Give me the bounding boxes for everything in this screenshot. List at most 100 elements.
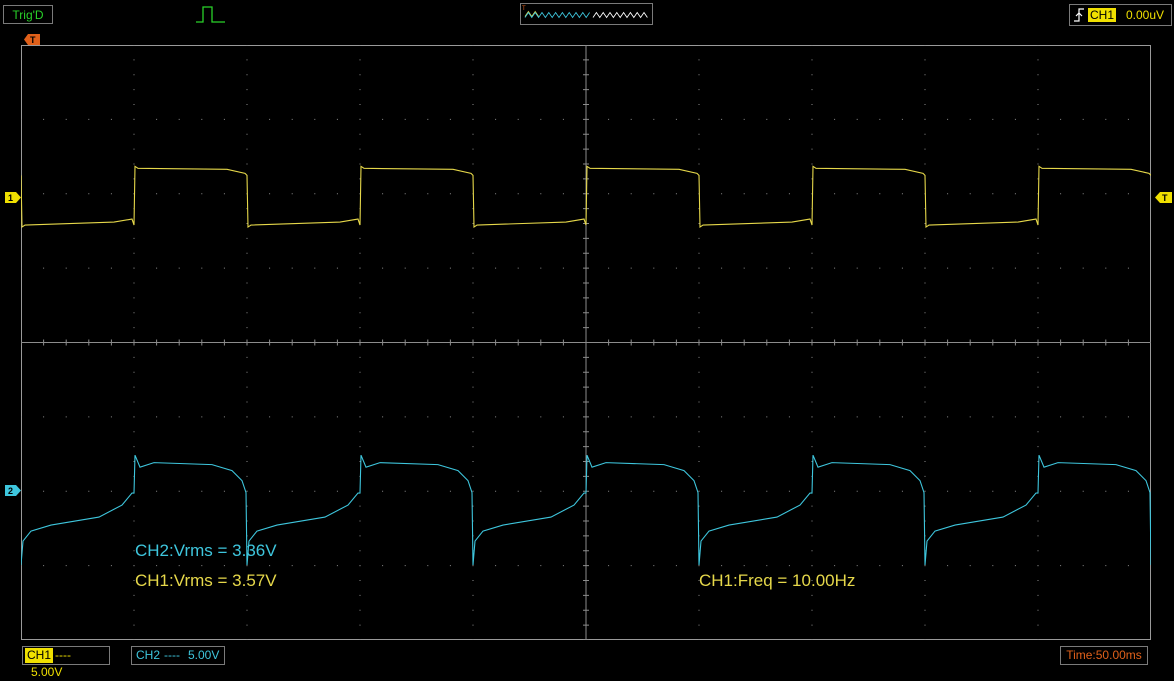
ch2-coupling: ---- <box>164 648 180 662</box>
grid-dot <box>246 371 248 373</box>
grid-dot <box>359 45 361 46</box>
grid-dot <box>201 118 203 120</box>
grid-dot <box>901 416 903 418</box>
grid-dot <box>788 118 790 120</box>
grid-dot <box>1037 594 1039 596</box>
grid-dot <box>246 356 248 358</box>
grid-dot <box>856 565 858 567</box>
grid-dot <box>1037 163 1039 165</box>
ch1-volts-per-div: 5.00V <box>31 665 63 679</box>
grid-dot <box>246 461 248 462</box>
grid-dot <box>246 312 248 314</box>
svg-text:1: 1 <box>8 193 13 203</box>
grid-dot <box>21 118 22 120</box>
grid-dot <box>1037 327 1039 329</box>
grid-dot <box>811 282 813 284</box>
grid-dot <box>359 282 361 284</box>
grid-dot <box>901 565 903 567</box>
grid-dot <box>788 490 790 492</box>
grid-dot <box>947 565 949 567</box>
grid-dot <box>336 267 338 269</box>
timebase-display[interactable]: Time:50.00ms <box>1060 646 1148 665</box>
grid-dot <box>856 490 858 492</box>
grid-dot <box>924 401 926 403</box>
grid-dot <box>924 327 926 329</box>
grid-dot <box>698 148 700 150</box>
grid-dot <box>65 416 67 418</box>
grid-dot <box>43 416 45 418</box>
grid-dot <box>223 565 225 567</box>
grid-dot <box>133 237 135 239</box>
grid-dot <box>811 609 813 611</box>
grid-dot <box>110 565 112 567</box>
grid-dot <box>608 565 610 567</box>
grid-dot <box>811 312 813 314</box>
grid-dot <box>1037 282 1039 284</box>
grid-dot <box>246 45 248 46</box>
grid-dot <box>766 565 768 567</box>
grid-dot <box>1060 118 1062 120</box>
grid-dot <box>1037 133 1039 135</box>
grid-dot <box>811 252 813 254</box>
grid-dot <box>1037 550 1039 552</box>
grid-dot <box>630 193 632 195</box>
grid-dot <box>336 565 338 567</box>
grid-dot <box>766 416 768 418</box>
ch2-offset-marker[interactable]: 2 <box>5 483 21 501</box>
waveform-overview-icon[interactable]: T <box>520 3 653 25</box>
grid-dot <box>133 535 135 537</box>
grid-dot <box>223 416 225 418</box>
trigger-level-marker[interactable]: T <box>1155 190 1172 208</box>
grid-dot <box>314 565 316 567</box>
grid-dot <box>811 639 813 640</box>
trigger-settings-panel[interactable]: CH1 0.00uV <box>1069 4 1172 26</box>
rising-edge-icon <box>1074 8 1084 22</box>
grid-dot <box>540 267 542 269</box>
ch1-frequency-measurement: CH1:Freq = 10.00Hz <box>699 571 856 590</box>
grid-dot <box>223 118 225 120</box>
grid-dot <box>1082 490 1084 492</box>
grid-dot <box>133 356 135 358</box>
pulse-icon[interactable] <box>195 4 229 26</box>
grid-dot <box>766 118 768 120</box>
grid-dot <box>675 193 677 195</box>
grid-dot <box>924 267 926 269</box>
grid-dot <box>382 118 384 120</box>
grid-dot <box>1037 312 1039 314</box>
grid-dot <box>721 416 723 418</box>
grid-dot <box>1082 416 1084 418</box>
grid-dot <box>698 386 700 388</box>
bottom-status-bar: CH1 ----5.00V CH2 ---- 5.00V Time:50.00ms <box>0 644 1174 679</box>
grid-dot <box>359 431 361 433</box>
grid-dot <box>472 594 474 596</box>
grid-dot <box>65 565 67 567</box>
ch2-scale-box[interactable]: CH2 ---- 5.00V <box>131 646 225 665</box>
grid-dot <box>924 565 926 567</box>
grid-dot <box>924 475 926 477</box>
grid-dot <box>1127 416 1129 418</box>
grid-dot <box>1060 193 1062 195</box>
grid-dot <box>472 267 474 269</box>
grid-dot <box>314 118 316 120</box>
ch2-label: CH2 <box>136 648 161 662</box>
grid-dot <box>562 565 564 567</box>
grid-dot <box>472 282 474 284</box>
grid-dot <box>359 609 361 611</box>
ch1-offset-marker[interactable]: 1 <box>5 190 21 208</box>
ch1-scale-box[interactable]: CH1 ---- 5.00V <box>22 646 110 679</box>
grid-dot <box>472 89 474 91</box>
grid-dot <box>630 118 632 120</box>
grid-dot <box>834 267 836 269</box>
grid-dot <box>472 624 474 626</box>
grid-dot <box>133 327 135 329</box>
grid-dot <box>653 267 655 269</box>
grid-dot <box>359 371 361 373</box>
grid-dot <box>359 312 361 314</box>
grid-dot <box>359 535 361 537</box>
grid-dot <box>178 490 180 492</box>
grid-dot <box>133 118 135 120</box>
grid-dot <box>947 118 949 120</box>
grid-dot <box>359 252 361 254</box>
grid-dot <box>449 490 451 492</box>
grid-dot <box>43 490 45 492</box>
